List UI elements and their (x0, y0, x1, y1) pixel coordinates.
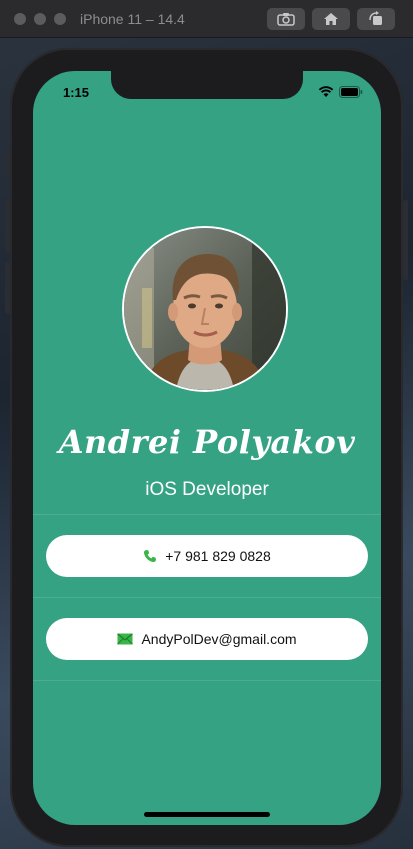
wifi-icon (318, 85, 334, 103)
divider (33, 514, 381, 515)
mute-switch (5, 150, 10, 178)
volume-up-button (5, 200, 10, 252)
battery-icon (339, 85, 363, 103)
email-contact-button[interactable]: AndyPolDev@gmail.com (46, 618, 368, 660)
app-screen: 1:15 Andrei Polyakov iOS Developer +7 98… (33, 71, 381, 825)
status-icons (318, 85, 363, 103)
phone-number: +7 981 829 0828 (165, 548, 271, 564)
power-button (403, 200, 408, 280)
simulator-title: iPhone 11 – 14.4 (80, 11, 185, 27)
screenshot-icon (277, 12, 295, 26)
home-icon (323, 12, 339, 26)
profile-role: iOS Developer (145, 479, 269, 500)
rotate-button[interactable] (357, 8, 395, 30)
divider (33, 680, 381, 681)
close-window-button[interactable] (14, 13, 26, 25)
screenshot-button[interactable] (267, 8, 305, 30)
minimize-window-button[interactable] (34, 13, 46, 25)
envelope-icon (117, 633, 134, 645)
home-indicator[interactable] (144, 812, 270, 817)
phone-icon (143, 549, 157, 563)
profile-name: Andrei Polyakov (58, 423, 356, 461)
email-address: AndyPolDev@gmail.com (141, 631, 297, 647)
rotate-icon (368, 11, 384, 27)
notch (111, 71, 303, 99)
simulator-title-bar: iPhone 11 – 14.4 (0, 0, 413, 38)
profile-photo (124, 228, 286, 390)
divider (33, 597, 381, 598)
status-time: 1:15 (63, 85, 90, 100)
volume-down-button (5, 262, 10, 314)
avatar (122, 226, 288, 392)
home-button[interactable] (312, 8, 350, 30)
phone-contact-button[interactable]: +7 981 829 0828 (46, 535, 368, 577)
zoom-window-button[interactable] (54, 13, 66, 25)
